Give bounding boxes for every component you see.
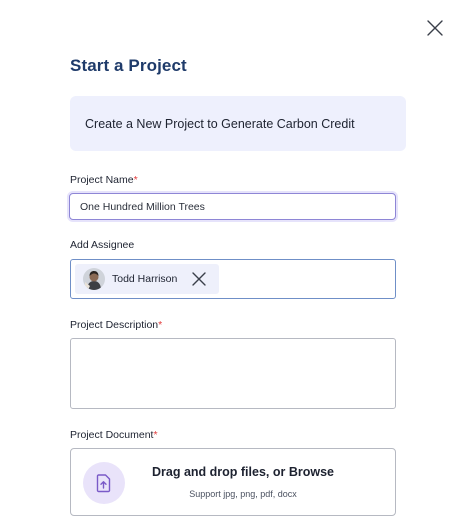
required-mark: * bbox=[153, 429, 158, 441]
info-banner: Create a New Project to Generate Carbon … bbox=[70, 96, 406, 151]
user-avatar bbox=[83, 268, 105, 290]
banner-text: Create a New Project to Generate Carbon … bbox=[85, 116, 355, 131]
remove-assignee-icon[interactable] bbox=[191, 271, 207, 287]
drop-zone-title: Drag and drop files, or Browse bbox=[152, 465, 334, 479]
modal-title: Start a Project bbox=[70, 56, 187, 75]
project-description-textarea[interactable] bbox=[70, 338, 396, 409]
assignee-chip-name: Todd Harrison bbox=[112, 273, 178, 285]
close-icon bbox=[427, 20, 443, 36]
file-drop-zone[interactable]: Drag and drop files, or Browse Support j… bbox=[70, 448, 396, 516]
required-mark: * bbox=[158, 319, 163, 331]
project-name-input[interactable] bbox=[69, 193, 396, 220]
project-document-label: Project Document* bbox=[70, 429, 158, 441]
drop-zone-subtitle: Support jpg, png, pdf, docx bbox=[189, 489, 297, 499]
assignee-chip: Todd Harrison bbox=[75, 264, 220, 294]
project-description-label: Project Description* bbox=[70, 319, 163, 331]
assignee-field[interactable]: Todd Harrison bbox=[70, 259, 396, 299]
add-assignee-label: Add Assignee bbox=[70, 239, 135, 251]
close-button[interactable] bbox=[425, 18, 445, 38]
required-mark: * bbox=[133, 174, 138, 186]
project-name-label: Project Name* bbox=[70, 174, 138, 186]
